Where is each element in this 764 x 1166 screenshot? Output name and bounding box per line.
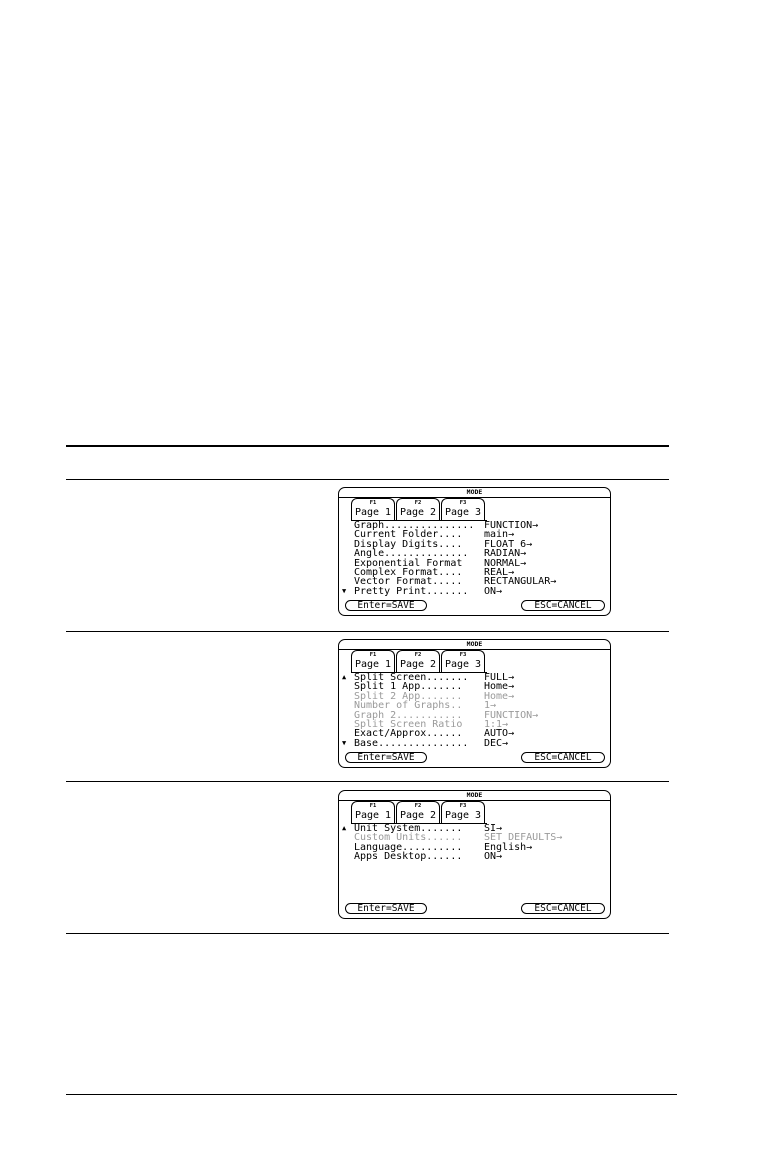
tab-page-1[interactable]: F1 Page 1 [351, 650, 395, 672]
tab-key: F1 [369, 500, 377, 506]
tab-page-2[interactable]: F2 Page 2 [396, 498, 440, 520]
setting-value[interactable]: ON→ [484, 851, 502, 861]
tab-key: F1 [369, 803, 377, 809]
table-header-rule [66, 479, 669, 480]
tab-label: Page 1 [354, 507, 392, 518]
dialog-title: MODE [339, 488, 610, 498]
tab-key: F2 [414, 803, 422, 809]
setting-apps-desktop[interactable]: Apps Desktop...... ON→ [342, 851, 606, 863]
tab-label: Page 3 [444, 659, 482, 670]
settings-list: ▲ Split Screen....... FULL→ Split 1 App...… [342, 672, 606, 749]
cancel-button[interactable]: ESC=CANCEL [521, 752, 605, 763]
tab-label: Page 2 [399, 507, 437, 518]
tab-page-2[interactable]: F2 Page 2 [396, 650, 440, 672]
settings-list: ▲ Unit System....... SI→ Custom Units.....… [342, 823, 606, 863]
tab-key: F2 [414, 652, 422, 658]
table-row-divider [66, 631, 669, 632]
save-button[interactable]: Enter=SAVE [345, 600, 427, 611]
table-row-divider [66, 781, 669, 782]
tab-label: Page 2 [399, 810, 437, 821]
setting-label: Apps Desktop...... [354, 851, 463, 863]
tab-label: Page 3 [444, 810, 482, 821]
tab-key: F3 [459, 652, 467, 658]
cancel-button[interactable]: ESC=CANCEL [521, 600, 605, 611]
scroll-down-icon: ▼ [342, 738, 347, 747]
tab-page-3[interactable]: F3 Page 3 [441, 801, 485, 823]
cancel-button[interactable]: ESC=CANCEL [521, 903, 605, 914]
setting-base[interactable]: ▼ Base............... DEC→ [342, 737, 606, 749]
tab-page-2[interactable]: F2 Page 2 [396, 801, 440, 823]
setting-value[interactable]: ON→ [484, 586, 502, 596]
setting-value[interactable]: DEC→ [484, 738, 508, 748]
setting-label: Base............... [354, 737, 469, 749]
mode-dialog-page-3: MODE F1 Page 1 F2 Page 2 F3 Page 3 ▲ Unit Sy… [338, 790, 611, 919]
settings-list: Graph............... FUNCTION→ Current Fo… [342, 520, 606, 597]
tab-label: Page 3 [444, 507, 482, 518]
setting-label: Pretty Print....... [354, 585, 469, 597]
tab-key: F2 [414, 500, 422, 506]
tab-page-1[interactable]: F1 Page 1 [351, 498, 395, 520]
dialog-title: MODE [339, 640, 610, 650]
scroll-up-icon: ▲ [342, 673, 347, 681]
tab-label: Page 1 [354, 659, 392, 670]
tab-page-3[interactable]: F3 Page 3 [441, 650, 485, 672]
table-bottom-rule [66, 933, 669, 934]
tab-page-1[interactable]: F1 Page 1 [351, 801, 395, 823]
mode-dialog-page-2: MODE F1 Page 1 F2 Page 2 F3 Page 3 ▲ Split S… [338, 639, 611, 768]
save-button[interactable]: Enter=SAVE [345, 903, 427, 914]
page-footer-rule [66, 1094, 677, 1095]
mode-dialog-page-1: MODE F1 Page 1 F2 Page 2 F3 Page 3 Graph...… [338, 487, 611, 616]
scroll-up-icon: ▲ [342, 824, 347, 832]
tab-page-3[interactable]: F3 Page 3 [441, 498, 485, 520]
tab-label: Page 1 [354, 810, 392, 821]
dialog-title: MODE [339, 791, 610, 801]
tab-key: F3 [459, 500, 467, 506]
scroll-down-icon: ▼ [342, 586, 347, 595]
tab-key: F1 [369, 652, 377, 658]
tab-key: F3 [459, 803, 467, 809]
save-button[interactable]: Enter=SAVE [345, 752, 427, 763]
table-top-rule [66, 445, 669, 447]
setting-pretty-print[interactable]: ▼ Pretty Print....... ON→ [342, 585, 606, 597]
tab-label: Page 2 [399, 659, 437, 670]
